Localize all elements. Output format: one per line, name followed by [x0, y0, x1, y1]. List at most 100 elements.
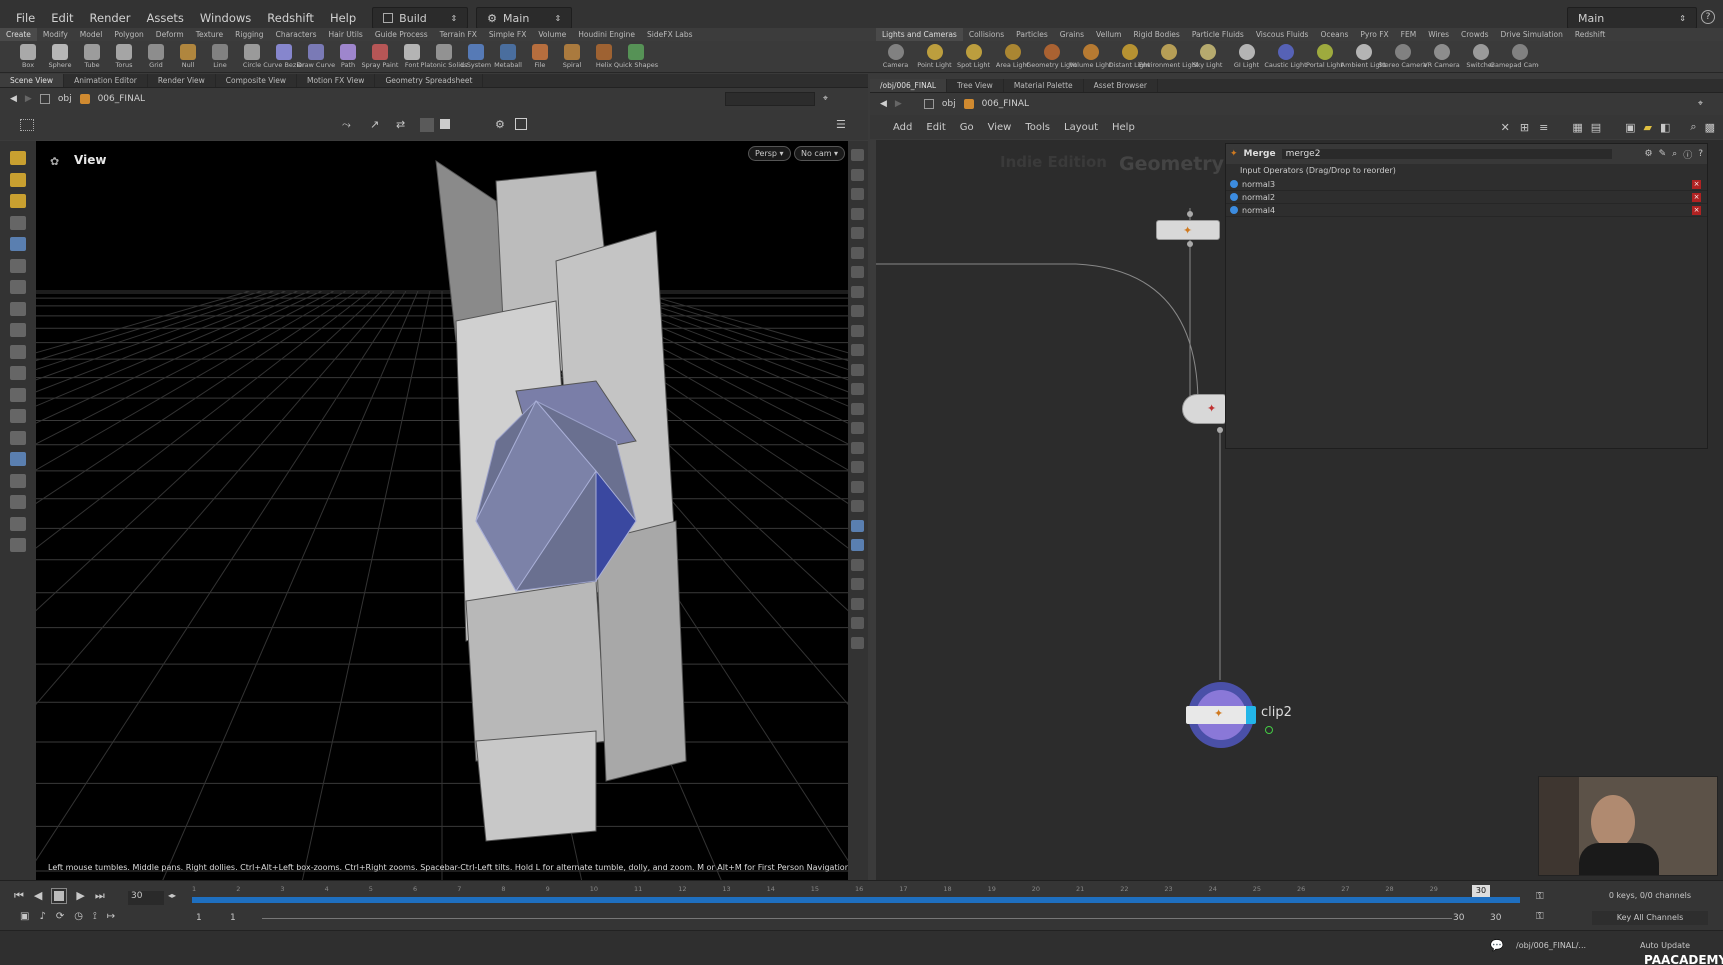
magnet-snap-icon[interactable]: [10, 409, 26, 423]
shelf-tab-particle-fluids[interactable]: Particle Fluids: [1186, 28, 1250, 41]
node-upper-output[interactable]: [1187, 241, 1193, 247]
remove-input-icon[interactable]: ×: [1692, 179, 1701, 189]
keys-icon[interactable]: ⟟: [93, 911, 97, 922]
shelf-tool-l-system[interactable]: L-System: [460, 44, 492, 69]
desktop-selector-right[interactable]: Main ⇕: [1567, 7, 1697, 29]
tab-scene-view[interactable]: Scene View: [0, 74, 65, 87]
jump-end-icon[interactable]: ⏭: [95, 889, 105, 903]
lasso-icon[interactable]: [10, 387, 26, 402]
end-frame-b[interactable]: 30: [1490, 913, 1501, 923]
shelf-tab-wires[interactable]: Wires: [1422, 28, 1455, 41]
param-input-row[interactable]: normal4 ×: [1226, 204, 1707, 217]
move-tool-icon[interactable]: [10, 172, 26, 187]
axis-icon[interactable]: [851, 558, 864, 571]
link-icon[interactable]: [851, 285, 864, 298]
loop-icon[interactable]: ⟳: [56, 911, 64, 922]
list-icon[interactable]: ≡: [1539, 121, 1548, 134]
timeline-track[interactable]: 1 2 3 4 5 6 7 8 9 10 11 12 13 14 15 16 17 18 19 20 21 22 23 24 2…: [192, 885, 1520, 907]
bulb-icon[interactable]: [851, 266, 864, 278]
tab-render-view[interactable]: Render View: [148, 74, 216, 87]
start-frame-b[interactable]: 1: [230, 913, 236, 923]
shelf-tab-particles[interactable]: Particles: [1010, 28, 1054, 41]
paint-tool-icon[interactable]: [851, 422, 864, 434]
network-path-root[interactable]: obj: [942, 99, 956, 109]
shelf-tool-grid[interactable]: Grid: [140, 44, 172, 69]
shelf-tool-curve-bezier[interactable]: Curve Bezier: [263, 44, 305, 69]
shelf-tab-characters[interactable]: Characters: [270, 28, 323, 41]
tab-tree-view[interactable]: Tree View: [947, 79, 1004, 92]
shelf-tool-gamepad-camera[interactable]: Gamepad Camera: [1490, 44, 1539, 69]
shelf-tool-point-light[interactable]: Point Light: [915, 44, 954, 69]
info-icon[interactable]: ⓘ: [1683, 148, 1692, 161]
key-all-channels-button[interactable]: Key All Channels: [1592, 911, 1708, 925]
display-icon[interactable]: [851, 149, 864, 161]
shelf-tool-path[interactable]: Path: [332, 44, 364, 69]
magnet-curve-icon[interactable]: [10, 430, 26, 445]
merge-node-output[interactable]: [1217, 427, 1223, 433]
sculpt-icon[interactable]: [10, 258, 26, 273]
key-icon[interactable]: ⚿: [1536, 891, 1544, 902]
chat-icon[interactable]: 💬: [1490, 939, 1504, 952]
table-view-icon[interactable]: ▤: [1591, 121, 1601, 134]
realtime-icon[interactable]: ▣: [20, 911, 29, 922]
menu-help[interactable]: Help: [322, 11, 364, 25]
network-menu-go[interactable]: Go: [953, 122, 981, 133]
pin-icon[interactable]: ⌖: [1698, 99, 1703, 109]
curve-icon[interactable]: [851, 461, 864, 473]
shelf-tab-collisions[interactable]: Collisions: [963, 28, 1010, 41]
tab-asset-browser[interactable]: Asset Browser: [1084, 79, 1158, 92]
back-arrow-icon[interactable]: ◀: [880, 99, 887, 109]
shelf-tool-quick-shapes[interactable]: Quick Shapes: [614, 44, 658, 69]
timeline-playhead[interactable]: 30: [1472, 885, 1490, 897]
shelf-tab-texture[interactable]: Texture: [190, 28, 229, 41]
shelf-tab-model[interactable]: Model: [74, 28, 109, 41]
persp-menu[interactable]: Persp ▾: [748, 146, 791, 161]
box-icon[interactable]: [851, 578, 864, 590]
auto-update-label[interactable]: Auto Update: [1640, 941, 1690, 950]
input-handle-icon[interactable]: [1230, 180, 1238, 188]
snap-icon[interactable]: ⇄: [396, 118, 405, 131]
shelf-tab-modify[interactable]: Modify: [37, 28, 74, 41]
search-icon[interactable]: ⌕: [1672, 149, 1677, 159]
menu-file[interactable]: File: [8, 11, 43, 25]
node-upper-input[interactable]: [1187, 211, 1193, 217]
view-cam-icon[interactable]: [851, 597, 864, 610]
shelf-tool-null[interactable]: Null: [172, 44, 204, 69]
help-icon[interactable]: ?: [1701, 10, 1715, 24]
shelf-tab-deform[interactable]: Deform: [150, 28, 190, 41]
shelf-tool-spray-paint[interactable]: Spray Paint: [362, 44, 398, 69]
remove-input-icon[interactable]: ×: [1692, 205, 1701, 215]
palette-icon[interactable]: ◧: [1660, 121, 1670, 134]
shelf-tab-houdini-engine[interactable]: Houdini Engine: [572, 28, 641, 41]
paint-icon[interactable]: [10, 280, 26, 294]
shelf-tool-portal-light[interactable]: Portal Light: [1305, 44, 1344, 69]
clip2-display-flag[interactable]: [1265, 726, 1273, 734]
search-icon[interactable]: ⌕: [1690, 120, 1696, 134]
clip2-node-label[interactable]: clip2: [1261, 705, 1292, 720]
menu-edit[interactable]: Edit: [43, 11, 81, 25]
camera-menu[interactable]: No cam ▾: [794, 146, 846, 161]
target-icon[interactable]: [851, 246, 864, 259]
stop-icon[interactable]: [51, 888, 68, 904]
shelf-tool-spiral[interactable]: Spiral: [556, 44, 588, 69]
shelf-tab-polygon[interactable]: Polygon: [108, 28, 149, 41]
shelf-tool-sky-light[interactable]: Sky Light: [1188, 44, 1227, 69]
shelf-tool-spot-light[interactable]: Spot Light: [954, 44, 993, 69]
end-frame-a[interactable]: 30: [1453, 913, 1464, 923]
grid-tool-icon[interactable]: [851, 500, 864, 512]
view-tool-icon[interactable]: [10, 452, 26, 466]
shelf-tool-volume-light[interactable]: Volume Light: [1069, 44, 1112, 69]
pen-icon[interactable]: [851, 383, 864, 395]
pin-tool-icon[interactable]: [851, 305, 864, 317]
param-node-name[interactable]: merge2: [1281, 149, 1612, 159]
shelf-tab-drive-simulation[interactable]: Drive Simulation: [1495, 28, 1569, 41]
shelf-tool-torus[interactable]: Torus: [108, 44, 140, 69]
network-menu-tools[interactable]: Tools: [1018, 122, 1057, 133]
shelf-tab-fem[interactable]: FEM: [1395, 28, 1423, 41]
shelf-tool-caustic-light[interactable]: Caustic Light: [1264, 44, 1307, 69]
tab-obj-006-final[interactable]: /obj/006_FINAL: [870, 79, 947, 92]
shelf-tool-metaball[interactable]: Metaball: [492, 44, 524, 69]
wrench-icon[interactable]: ✕: [1501, 121, 1510, 134]
desktop-selector-build[interactable]: Build ⇕: [372, 7, 469, 29]
shelf-tool-sphere[interactable]: Sphere: [44, 44, 76, 69]
